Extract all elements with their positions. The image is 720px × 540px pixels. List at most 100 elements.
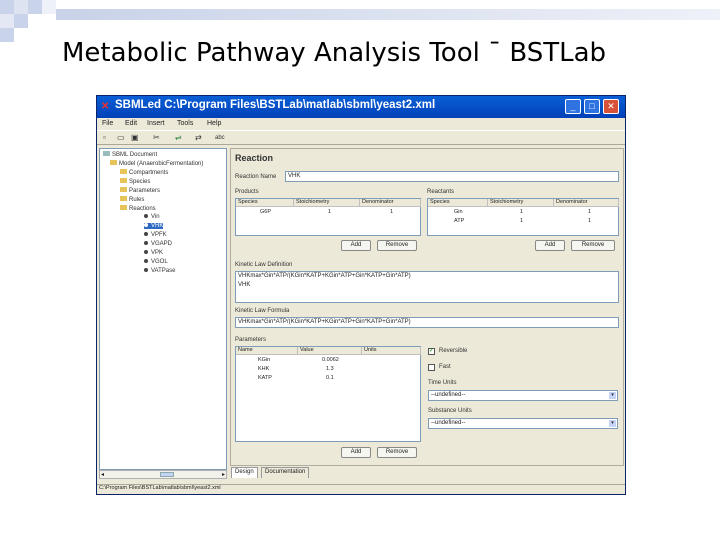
scroll-thumb[interactable] [160, 472, 174, 477]
dropdown-arrow-icon: ▾ [609, 392, 616, 399]
menu-tools[interactable]: Tools [177, 120, 193, 127]
products-table[interactable]: Species Stoichiometry Denominator G6P 1 … [235, 198, 421, 236]
maximize-button[interactable]: □ [584, 99, 600, 114]
status-bar: C:\Program Files\BSTLab\matlab\sbml\yeas… [97, 484, 625, 494]
reversible-checkbox[interactable]: ✓ [428, 348, 435, 355]
sbmled-window: ✕ SBMLed C:\Program Files\BSTLab\matlab\… [96, 95, 626, 495]
tree-folder-species[interactable]: Species [120, 178, 150, 185]
tree-folder-reactions[interactable]: Reactions [120, 205, 156, 212]
reactants-col-stoich[interactable]: Stoichiometry [488, 199, 554, 207]
tree-horizontal-scrollbar[interactable]: ◂ ▸ [99, 470, 227, 479]
toolbar: ▫ ▭ ▣ ✂ ⇌ ⇄ abc [97, 130, 625, 145]
tab-documentation[interactable]: Documentation [261, 467, 310, 478]
minimize-button[interactable]: _ [565, 99, 581, 114]
products-col-denom[interactable]: Denominator [360, 199, 421, 207]
kinetic-law-line: VHKmax*Gin*ATP/(KGin*KATP+KGin*ATP+Gin*K… [238, 273, 411, 279]
menu-file[interactable]: File [102, 120, 113, 127]
tree-reaction-vhk[interactable]: VHK [144, 223, 164, 229]
open-icon[interactable]: ▭ [117, 133, 125, 142]
parameters-remove-button[interactable]: Remove [377, 447, 417, 458]
reversible-label: Reversible [439, 348, 468, 354]
time-units-select[interactable]: --undefined-- ▾ [428, 390, 618, 401]
table-cell[interactable]: 1 [588, 209, 591, 215]
parameters-label: Parameters [235, 337, 267, 343]
tree-model[interactable]: Model (AnaerobicFermentation) [110, 160, 203, 167]
menu-insert[interactable]: Insert [147, 120, 165, 127]
table-cell[interactable]: KATP [258, 375, 272, 381]
tree-reaction-vpk[interactable]: VPK [144, 250, 163, 256]
tab-design[interactable]: Design [231, 467, 258, 478]
parameters-table[interactable]: Name Value Units KGin 0.0062 KHK 1.3 KAT… [235, 346, 421, 442]
substance-units-label: Substance Units [428, 408, 472, 414]
reaction-panel: Reaction Reaction Name VHK Products Spec… [230, 148, 624, 466]
reactants-add-button[interactable]: Add [535, 240, 565, 251]
parameters-add-button[interactable]: Add [341, 447, 371, 458]
table-cell[interactable]: 0.1 [326, 375, 334, 381]
params-col-name[interactable]: Name [236, 347, 298, 355]
kinetic-formula-label: Kinetic Law Formula [235, 308, 290, 314]
kinetic-law-textarea[interactable]: VHKmax*Gin*ATP/(KGin*KATP+KGin*ATP+Gin*K… [235, 271, 619, 303]
reactants-label: Reactants [427, 189, 455, 195]
table-cell[interactable]: 1 [520, 218, 523, 224]
table-cell[interactable]: 1 [390, 209, 393, 215]
params-col-value[interactable]: Value [298, 347, 362, 355]
slide-title: Metabolic Pathway Analysis Tool ¯ BSTLab [62, 38, 607, 68]
substance-units-value: --undefined-- [431, 420, 466, 426]
table-cell[interactable]: KGin [258, 357, 270, 363]
tree-folder-compartments[interactable]: Compartments [120, 169, 168, 176]
tree-reaction-vgapd[interactable]: VGAPD [144, 241, 172, 247]
tree-folder-rules[interactable]: Rules [120, 196, 144, 203]
fast-label: Fast [439, 364, 451, 370]
substance-units-select[interactable]: --undefined-- ▾ [428, 418, 618, 429]
reactants-col-species[interactable]: Species [428, 199, 488, 207]
products-add-button[interactable]: Add [341, 240, 371, 251]
cut-icon[interactable]: ✂ [153, 133, 160, 142]
add-reaction-icon[interactable]: ⇌ [175, 133, 182, 142]
products-col-stoich[interactable]: Stoichiometry [294, 199, 360, 207]
tree-folder-parameters[interactable]: Parameters [120, 187, 160, 194]
reactants-table[interactable]: Species Stoichiometry Denominator Gin 1 … [427, 198, 619, 236]
table-cell[interactable]: 1 [328, 209, 331, 215]
table-cell[interactable]: G6P [260, 209, 271, 215]
document-tree[interactable]: SBML Document Model (AnaerobicFermentati… [99, 148, 227, 470]
new-icon[interactable]: ▫ [103, 133, 106, 142]
reaction-name-label: Reaction Name [235, 174, 277, 180]
menu-edit[interactable]: Edit [125, 120, 137, 127]
time-units-value: --undefined-- [431, 392, 466, 398]
kinetic-formula-input[interactable]: VHKmax*Gin*ATP/(KGin*KATP+KGin*ATP+Gin*K… [235, 317, 619, 328]
fast-checkbox[interactable] [428, 364, 435, 371]
reaction-name-input[interactable]: VHK [285, 171, 619, 182]
close-button[interactable]: ✕ [603, 99, 619, 114]
header-bar [56, 9, 720, 20]
products-label: Products [235, 189, 259, 195]
tree-reaction-vatpase[interactable]: VATPase [144, 268, 175, 274]
tree-reaction-vgol[interactable]: VGOL [144, 259, 168, 265]
table-cell[interactable]: 1 [520, 209, 523, 215]
kinetic-law-label: Kinetic Law Definition [235, 262, 293, 268]
table-cell[interactable]: 1 [588, 218, 591, 224]
add-species-icon[interactable]: ⇄ [195, 133, 202, 142]
app-icon: ✕ [101, 101, 110, 112]
table-cell[interactable]: 0.0062 [322, 357, 339, 363]
table-cell[interactable]: ATP [454, 218, 464, 224]
reactants-remove-button[interactable]: Remove [571, 240, 615, 251]
dropdown-arrow-icon: ▾ [609, 420, 616, 427]
table-cell[interactable]: 1.3 [326, 366, 334, 372]
tree-root[interactable]: SBML Document [103, 151, 157, 158]
panel-heading: Reaction [235, 153, 274, 163]
save-icon[interactable]: ▣ [131, 133, 139, 142]
table-cell[interactable]: Gin [454, 209, 463, 215]
title-bar[interactable]: ✕ SBMLed C:\Program Files\BSTLab\matlab\… [97, 96, 625, 118]
menu-help[interactable]: Help [207, 120, 221, 127]
scroll-left-icon[interactable]: ◂ [101, 471, 104, 478]
products-col-species[interactable]: Species [236, 199, 294, 207]
products-remove-button[interactable]: Remove [377, 240, 417, 251]
scroll-right-icon[interactable]: ▸ [222, 471, 225, 478]
reaction-text-icon[interactable]: abc [215, 135, 225, 141]
params-col-units[interactable]: Units [362, 347, 421, 355]
reactants-col-denom[interactable]: Denominator [554, 199, 619, 207]
tree-reaction-vin[interactable]: Vin [144, 214, 160, 220]
tree-reaction-vpfk[interactable]: VPFK [144, 232, 167, 238]
window-title: SBMLed C:\Program Files\BSTLab\matlab\sb… [115, 99, 436, 111]
table-cell[interactable]: KHK [258, 366, 269, 372]
